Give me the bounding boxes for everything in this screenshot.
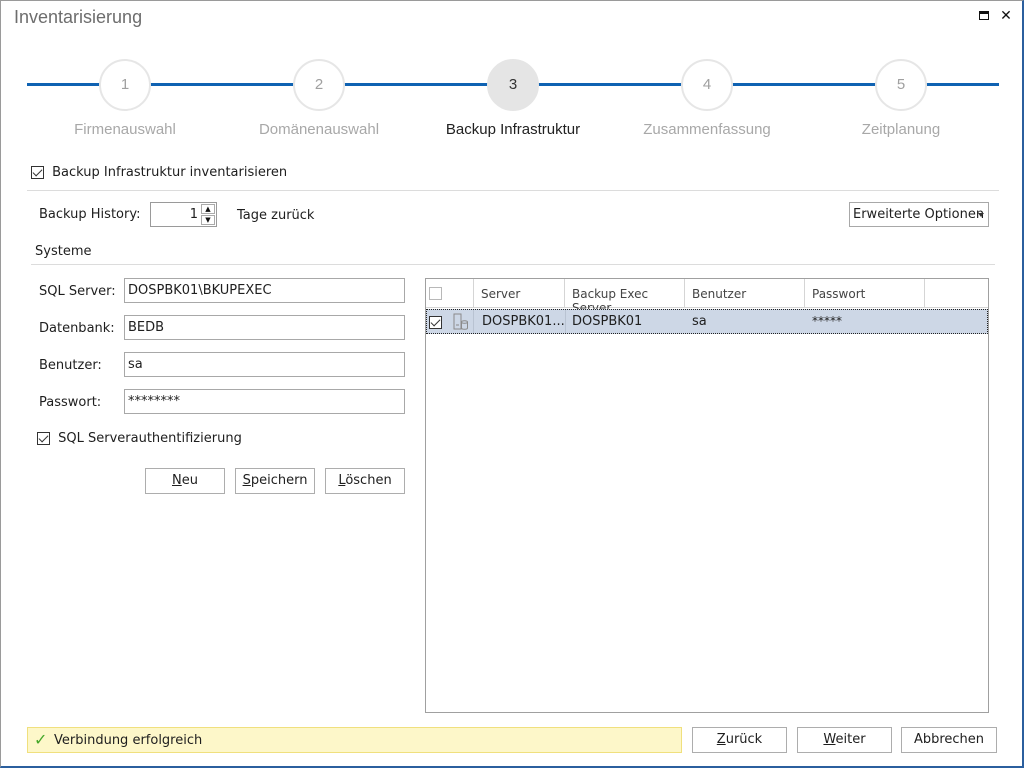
systems-section-title: Systeme [35,244,92,259]
window-title: Inventarisierung [14,7,143,27]
save-button[interactable]: Speichern [235,468,315,494]
button-label: öschen [345,473,392,488]
table-header: Server Backup Exec Server Benutzer Passw… [426,279,988,315]
column-separator [565,310,566,333]
cell-server: DOSPBK01.... [482,314,564,329]
step-number: 5 [875,59,927,111]
cell-user: sa [692,314,707,329]
wizard-window: Inventarisierung ✕ 1 Firmenauswahl 2 Dom… [0,0,1024,768]
backup-history-value[interactable]: 1 [190,207,198,222]
step-number: 2 [293,59,345,111]
password-label: Passwort: [39,395,102,410]
wizard-step-4: 4 Zusammenfassung [607,59,807,138]
maximize-icon [979,11,989,20]
button-label: eu [181,473,198,488]
backup-history-suffix: Tage zurück [237,208,315,223]
wizard-step-2: 2 Domänenauswahl [219,59,419,138]
close-icon: ✕ [1000,8,1012,24]
button-label: peichern [250,473,308,488]
cell-password: ***** [812,314,842,328]
cell-backup-exec-server: DOSPBK01 [572,314,643,329]
status-bar: ✓ Verbindung erfolgreich [27,727,682,753]
column-header-server[interactable]: Server [474,279,565,308]
column-separator [473,310,474,333]
step-number: 4 [681,59,733,111]
column-header-user[interactable]: Benutzer [685,279,805,308]
advanced-options-label: Erweiterte Optionen [853,207,985,222]
sql-auth-checkbox-row[interactable]: SQL Serverauthentifizierung [37,431,242,446]
accel-key: S [242,473,251,488]
column-header-backup-exec-server[interactable]: Backup Exec Server [565,279,685,315]
row-checkbox-cell[interactable] [429,310,442,333]
inventory-checkbox[interactable] [31,166,44,179]
back-button[interactable]: Zurück [692,727,787,753]
button-label: eiter [835,732,866,747]
wizard-step-1: 1 Firmenauswahl [25,59,225,138]
table-row[interactable]: DOSPBK01.... DOSPBK01 sa ***** [426,309,988,334]
maximize-button[interactable] [978,9,992,23]
wizard-step-3: 3 Backup Infrastruktur [413,59,613,138]
inventory-checkbox-row[interactable]: Backup Infrastruktur inventarisieren [31,165,287,180]
database-input[interactable]: BEDB [124,315,405,340]
sql-auth-label: SQL Serverauthentifizierung [58,431,242,446]
backup-history-label: Backup History: [39,207,141,222]
arrow-up-icon: ▲ [205,205,211,213]
wizard-step-5: 5 Zeitplanung [801,59,1001,138]
spin-up-button[interactable]: ▲ [201,204,215,214]
close-button[interactable]: ✕ [999,9,1013,23]
checkmark-icon: ✓ [34,730,48,749]
chevron-down-icon [978,213,984,217]
backup-history-spinner[interactable]: 1 ▲ ▼ [150,202,217,227]
sql-server-label: SQL Server: [39,284,116,299]
step-label: Firmenauswahl [74,121,176,138]
accel-key: Z [716,732,726,747]
step-number: 3 [487,59,539,111]
accel-key: W [823,732,836,747]
status-text: Verbindung erfolgreich [54,733,203,748]
column-header-password[interactable]: Passwort [805,279,925,308]
database-label: Datenbank: [39,321,115,336]
sql-server-input[interactable]: DOSPBK01\BKUPEXEC [124,278,405,303]
inventory-checkbox-label: Backup Infrastruktur inventarisieren [52,165,288,180]
new-button[interactable]: Neu [145,468,225,494]
step-label: Zeitplanung [861,121,941,138]
row-checkbox[interactable] [429,316,442,329]
password-input[interactable]: ******** [124,389,405,414]
delete-button[interactable]: Löschen [325,468,405,494]
sql-auth-checkbox[interactable] [37,432,50,445]
server-database-icon [453,310,469,333]
advanced-options-dropdown[interactable]: Erweiterte Optionen [849,202,989,227]
arrow-down-icon: ▼ [205,216,211,224]
step-label: Backup Infrastruktur [445,121,581,138]
accel-key: N [172,473,182,488]
user-input[interactable]: sa [124,352,405,377]
select-all-header[interactable] [426,279,474,308]
user-label: Benutzer: [39,358,102,373]
step-number: 1 [99,59,151,111]
systems-table: Server Backup Exec Server Benutzer Passw… [425,278,989,713]
next-button[interactable]: Weiter [797,727,892,753]
step-label: Zusammenfassung [643,121,771,138]
select-all-checkbox[interactable] [429,287,442,300]
divider [31,264,995,265]
button-label: urück [725,732,763,747]
step-label: Domänenauswahl [258,121,380,138]
divider [27,190,999,191]
spin-down-button[interactable]: ▼ [201,215,215,225]
cancel-button[interactable]: Abbrechen [901,727,997,753]
